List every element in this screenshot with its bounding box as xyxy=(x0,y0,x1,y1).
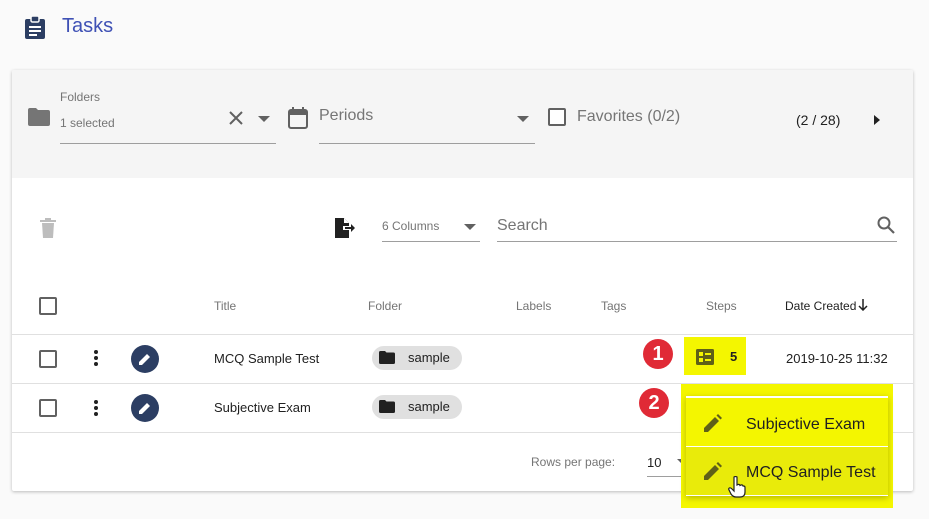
periods-select[interactable]: Periods xyxy=(319,96,535,144)
favorites-label: Favorites (0/2) xyxy=(577,108,681,125)
delete-icon[interactable] xyxy=(40,218,56,238)
header-date-created[interactable]: Date Created xyxy=(785,299,856,313)
pencil-icon xyxy=(704,462,722,480)
arrow-down-icon[interactable] xyxy=(858,299,868,311)
header-title[interactable]: Title xyxy=(214,299,236,313)
edit-button[interactable] xyxy=(131,345,159,373)
folder-icon xyxy=(379,400,395,413)
folders-select[interactable]: Folders 1 selected xyxy=(60,88,276,144)
chevron-down-icon[interactable] xyxy=(517,116,529,122)
folders-value: 1 selected xyxy=(60,116,115,130)
table-row[interactable]: MCQ Sample Test sample 2019-10-25 11:32 xyxy=(12,334,913,383)
pencil-icon xyxy=(139,402,151,414)
steps-count: 5 xyxy=(730,349,738,364)
chevron-right-icon[interactable] xyxy=(874,115,880,125)
header-labels[interactable]: Labels xyxy=(516,299,551,313)
more-vert-icon[interactable] xyxy=(94,350,98,366)
menu-item-mcq-sample-test[interactable]: MCQ Sample Test xyxy=(686,447,888,495)
folder-chip[interactable]: sample xyxy=(372,395,462,419)
annotation-badge-1: 1 xyxy=(643,339,673,369)
steps-cell-highlight[interactable]: 5 xyxy=(684,337,746,375)
header-folder[interactable]: Folder xyxy=(368,299,402,313)
row-date-created: 2019-10-25 11:32 xyxy=(786,351,888,366)
folders-label: Folders xyxy=(60,90,101,104)
rows-per-page-value: 10 xyxy=(647,455,662,470)
more-vert-icon[interactable] xyxy=(94,400,98,416)
menu-item-subjective-exam[interactable]: Subjective Exam xyxy=(686,398,888,446)
row-checkbox[interactable] xyxy=(39,350,57,368)
checklist-icon xyxy=(696,349,714,365)
select-all-checkbox[interactable] xyxy=(39,297,57,315)
page-header: Tasks xyxy=(0,0,929,56)
periods-placeholder: Periods xyxy=(319,107,374,124)
page-count: (2 / 28) xyxy=(796,112,841,128)
edit-button[interactable] xyxy=(131,394,159,422)
search-input[interactable] xyxy=(497,212,867,240)
folder-chip[interactable]: sample xyxy=(372,346,462,370)
row-title[interactable]: Subjective Exam xyxy=(214,400,311,415)
row-checkbox[interactable] xyxy=(39,399,57,417)
export-icon[interactable] xyxy=(335,218,355,238)
filter-bar: Folders 1 selected Periods Favorites (0/… xyxy=(12,70,913,178)
menu-item-label: MCQ Sample Test xyxy=(746,464,876,481)
chevron-down-icon[interactable] xyxy=(464,224,476,230)
rows-per-page-label: Rows per page: xyxy=(531,455,616,469)
search-field xyxy=(497,208,897,242)
menu-item-label: Subjective Exam xyxy=(746,416,866,433)
page-title: Tasks xyxy=(62,15,114,37)
folder-chip-label: sample xyxy=(408,350,450,365)
row-title[interactable]: MCQ Sample Test xyxy=(214,351,319,366)
header-steps[interactable]: Steps xyxy=(706,299,737,313)
calendar-icon xyxy=(288,107,308,129)
search-icon[interactable] xyxy=(877,216,895,234)
folder-icon xyxy=(28,108,50,126)
favorites-checkbox[interactable] xyxy=(548,108,566,126)
hand-cursor-icon xyxy=(728,476,746,498)
clipboard-icon xyxy=(24,16,46,40)
pencil-icon xyxy=(704,414,722,432)
pencil-icon xyxy=(139,353,151,365)
chevron-down-icon[interactable] xyxy=(258,116,270,122)
columns-select[interactable]: 6 Columns xyxy=(382,208,480,242)
steps-menu: Subjective Exam MCQ Sample Test xyxy=(686,396,888,496)
annotation-badge-2: 2 xyxy=(639,388,669,418)
folder-icon xyxy=(379,351,395,364)
folder-chip-label: sample xyxy=(408,399,450,414)
columns-value: 6 Columns xyxy=(382,219,440,233)
header-tags[interactable]: Tags xyxy=(601,299,626,313)
clear-icon[interactable] xyxy=(228,110,244,126)
